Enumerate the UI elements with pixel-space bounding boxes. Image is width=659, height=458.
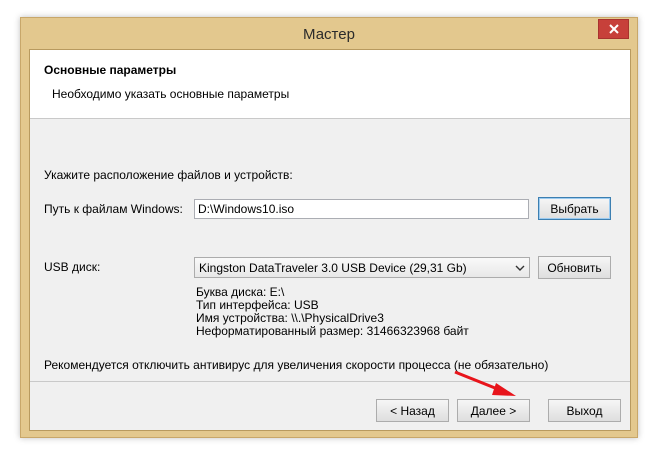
window-title: Мастер xyxy=(303,26,355,43)
wizard-client-area: Основные параметры Необходимо указать ос… xyxy=(29,49,631,431)
usb-disk-label: USB диск: xyxy=(44,260,101,274)
close-button[interactable] xyxy=(598,19,629,39)
wizard-header: Основные параметры Необходимо указать ос… xyxy=(30,50,630,119)
raw-size-info: Неформатированный размер: 31466323968 ба… xyxy=(196,324,469,338)
usb-disk-select[interactable]: Kingston DataTraveler 3.0 USB Device (29… xyxy=(194,257,530,278)
next-button[interactable]: Далее > xyxy=(457,399,530,422)
title-bar[interactable]: Мастер xyxy=(21,18,637,49)
exit-button[interactable]: Выход xyxy=(548,399,621,422)
interface-type-info: Тип интерфейса: USB xyxy=(196,298,319,312)
header-subtitle: Необходимо указать основные параметры xyxy=(52,87,290,101)
chevron-down-icon[interactable] xyxy=(513,259,527,276)
footer-divider xyxy=(30,381,630,382)
close-icon xyxy=(608,24,619,34)
header-title: Основные параметры xyxy=(44,63,177,77)
windows-path-input[interactable]: D:\Windows10.iso xyxy=(194,199,529,219)
windows-path-label: Путь к файлам Windows: xyxy=(44,202,183,216)
antivirus-recommendation: Рекомендуется отключить антивирус для ув… xyxy=(44,358,549,372)
refresh-button[interactable]: Обновить xyxy=(538,256,611,279)
device-name-info: Имя устройства: \\.\PhysicalDrive3 xyxy=(196,311,384,325)
back-button[interactable]: < Назад xyxy=(376,399,449,422)
usb-disk-selected: Kingston DataTraveler 3.0 USB Device (29… xyxy=(199,261,467,275)
wizard-window: Мастер Основные параметры Необходимо ука… xyxy=(20,17,638,438)
instruction-text: Укажите расположение файлов и устройств: xyxy=(44,168,293,182)
browse-button[interactable]: Выбрать xyxy=(538,197,611,220)
drive-letter-info: Буква диска: E:\ xyxy=(196,285,285,299)
